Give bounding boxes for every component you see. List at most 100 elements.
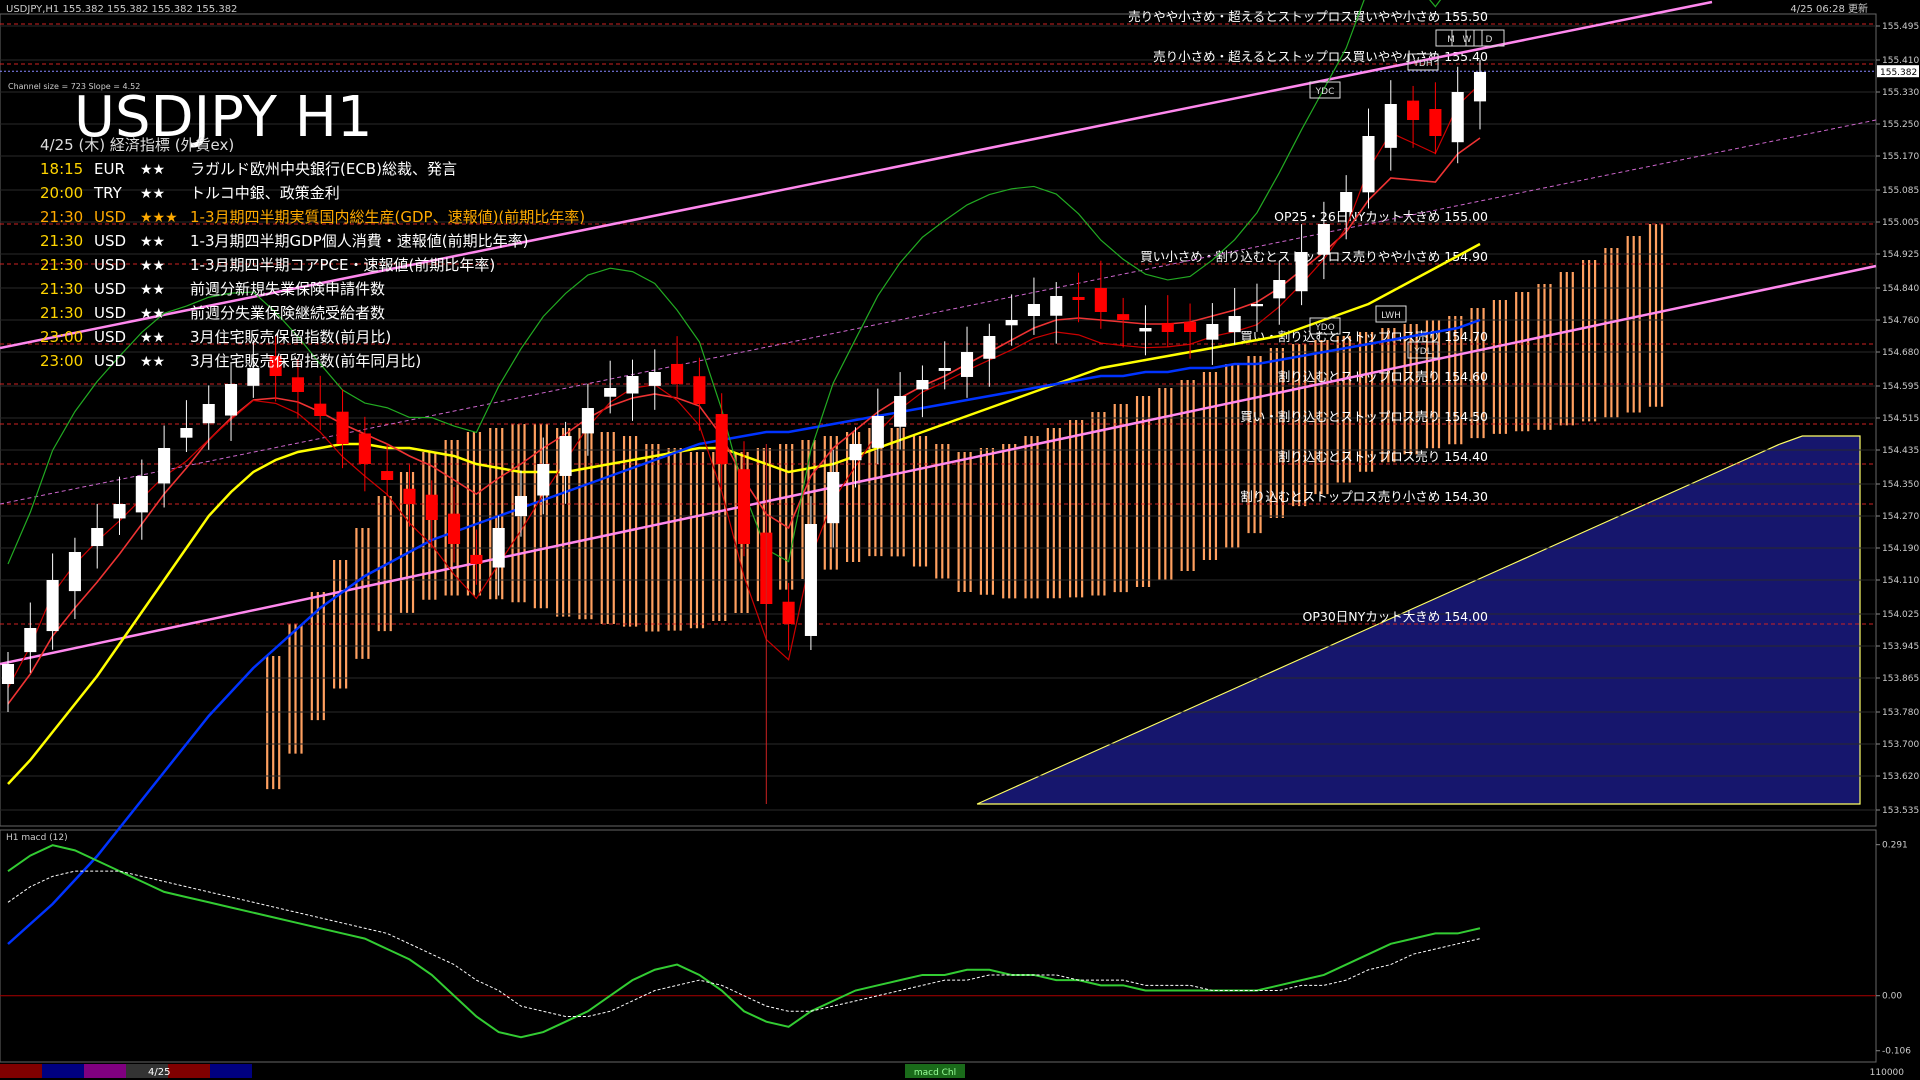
candle-body (381, 471, 394, 480)
candle-body (737, 469, 751, 544)
calendar-title: トルコ中銀、政策金利 (190, 184, 340, 202)
candle-body (202, 404, 215, 424)
price-tick-label: 153.620 (1882, 772, 1919, 782)
level-box-label: YDL (1413, 347, 1431, 357)
candle-body (91, 528, 104, 547)
bottom-end-value: 110000 (1870, 1068, 1905, 1078)
price-tick-label: 153.780 (1882, 708, 1919, 718)
calendar-title: 前週分新規失業保険申請件数 (190, 280, 385, 298)
candle-body (291, 377, 304, 392)
candle-body (448, 513, 461, 544)
level-box-label: M (1447, 35, 1455, 45)
bottom-swatch-5 (168, 1064, 210, 1078)
calendar-currency: USD (94, 328, 126, 346)
candle-body (425, 494, 438, 520)
candle-body (894, 396, 907, 427)
candle-body (1451, 92, 1464, 143)
calendar-title: 1-3月期四半期コアPCE・速報値(前期比年率) (190, 256, 495, 274)
price-tick-label: 153.700 (1882, 740, 1919, 750)
calendar-stars: ★★ (140, 186, 165, 202)
calendar-title: 前週分失業保険継続受給者数 (190, 304, 385, 322)
candle-body (581, 408, 594, 434)
candle-body (916, 380, 929, 390)
price-tick-label: 155.410 (1882, 56, 1919, 66)
price-tick-label: 155.170 (1882, 152, 1919, 162)
price-tick-label: 155.005 (1882, 218, 1919, 228)
price-tick-label: 153.945 (1882, 642, 1919, 652)
candle-body (514, 496, 528, 517)
candle-body (1005, 320, 1018, 326)
candle-body (1094, 288, 1107, 312)
macd-tick-label: -0.106 (1882, 1047, 1911, 1057)
candle-body (24, 628, 37, 653)
candle-body (671, 363, 684, 384)
candle-body (1473, 72, 1487, 102)
level-box-label: W (1463, 35, 1472, 45)
bottom-swatch-2 (42, 1064, 84, 1078)
candle-body (849, 444, 862, 461)
calendar-time: 21:30 (40, 232, 83, 250)
candle-body (559, 436, 572, 476)
calendar-currency: TRY (93, 184, 123, 202)
calendar-currency: USD (94, 304, 126, 322)
calendar-currency: USD (94, 352, 126, 370)
candle-body (135, 476, 148, 513)
window-header: USDJPY,H1 155.382 155.382 155.382 155.38… (6, 4, 237, 15)
candle-body (1184, 321, 1197, 332)
candle-body (1, 664, 15, 684)
order-level-label: 割り込むとストップロス売り小さめ 154.30 (1240, 489, 1488, 504)
calendar-heading: 4/25 (木) 経済指標 (外貨ex) (40, 136, 234, 154)
candle-body (1317, 224, 1330, 255)
candle-body (1407, 100, 1420, 120)
calendar-time: 21:30 (40, 304, 83, 322)
calendar-stars: ★★ (140, 234, 165, 250)
calendar-stars: ★★ (140, 282, 165, 298)
calendar-title: 1-3月期四半期実質国内総生産(GDP、速報値)(前期比年率) (190, 208, 585, 226)
candle-body (1362, 136, 1375, 193)
candle-body (648, 372, 661, 386)
calendar-currency: USD (94, 256, 126, 274)
price-tick-label: 154.435 (1882, 446, 1919, 456)
candle-body (827, 472, 840, 524)
macd-tick-label: 0.291 (1882, 841, 1908, 851)
candle-body (1117, 314, 1130, 320)
usdjpy-chart: USDJPY,H1 155.382 155.382 155.382 155.38… (0, 0, 1920, 1080)
level-box-label: YDH (1412, 59, 1432, 69)
calendar-title: 1-3月期四半期GDP個人消費・速報値(前期比年率) (190, 232, 528, 250)
candle-body (1250, 304, 1264, 307)
calendar-title: ラガルド欧州中央銀行(ECB)総裁、発言 (190, 160, 457, 178)
price-tick-label: 154.680 (1882, 348, 1919, 358)
calendar-time: 20:00 (40, 184, 83, 202)
calendar-time: 23:00 (40, 352, 83, 370)
price-tick-label: 155.085 (1882, 186, 1919, 196)
candle-body (492, 528, 505, 568)
order-level-label: OP30日NYカット大きめ 154.00 (1303, 609, 1489, 624)
candle-body (1139, 328, 1152, 332)
candle-body (1228, 316, 1241, 333)
calendar-currency: EUR (94, 160, 125, 178)
price-tick-label: 153.535 (1882, 806, 1919, 816)
order-level-label: 買い小さめ・割り込むとストップロス売りやや小さめ 154.90 (1140, 249, 1488, 264)
candle-body (358, 433, 371, 464)
macd-label: H1 macd (12) (6, 833, 68, 843)
macd-tab-label: macd Chl (914, 1068, 956, 1078)
level-box-label: LWH (1381, 311, 1401, 321)
price-tick-label: 154.110 (1882, 576, 1919, 586)
calendar-time: 21:30 (40, 256, 83, 274)
calendar-currency: USD (94, 232, 126, 250)
calendar-currency: USD (94, 208, 126, 226)
calendar-currency: USD (94, 280, 126, 298)
candle-body (960, 352, 974, 377)
calendar-time: 23:00 (40, 328, 83, 346)
price-tick-label: 155.495 (1882, 22, 1919, 32)
candle-body (336, 411, 349, 444)
candle-body (403, 488, 416, 504)
candle-body (158, 448, 171, 484)
candle-body (247, 368, 260, 386)
price-tick-label: 154.760 (1882, 316, 1919, 326)
bottom-swatch-6 (210, 1064, 252, 1078)
candle-body (1161, 322, 1174, 332)
candle-body (1206, 324, 1219, 340)
price-tick-label: 154.840 (1882, 284, 1919, 294)
candle-body (782, 601, 795, 624)
